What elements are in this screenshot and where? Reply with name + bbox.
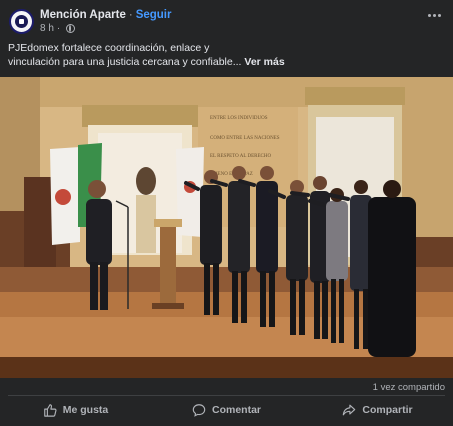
timestamp[interactable]: 8 h [40, 23, 54, 34]
action-bar: Me gusta Comentar Compartir [0, 396, 453, 424]
wall-text-2: COMO ENTRE LAS NACIONES [210, 136, 280, 141]
comment-label: Comentar [211, 404, 261, 416]
share-button[interactable]: Compartir [302, 396, 453, 424]
follow-button[interactable]: Seguir [136, 9, 172, 21]
post-caption: PJEdomex fortalece coordinación, enlace … [8, 41, 448, 69]
share-count[interactable]: 1 vez compartido [373, 382, 445, 393]
post-header: Mención Aparte · Seguir 8 h · [0, 0, 453, 40]
like-label: Me gusta [62, 404, 109, 416]
like-button[interactable]: Me gusta [0, 396, 151, 424]
comment-button[interactable]: Comentar [151, 396, 302, 424]
facebook-post: Mención Aparte · Seguir 8 h · PJEdomex fort… [0, 0, 453, 426]
post-photo[interactable]: ENTRE LOS INDIVIDUOS COMO ENTRE LAS NACI… [0, 77, 453, 378]
post-meta: 8 h · [40, 23, 76, 34]
comment-icon [192, 404, 206, 417]
share-icon [343, 404, 356, 416]
wall-text-3: EL RESPETO AL DERECHO [210, 154, 271, 159]
share-label: Compartir [362, 404, 413, 416]
thumbs-up-icon [43, 404, 57, 417]
see-more-link[interactable]: Ver más [244, 56, 284, 68]
page-name-link[interactable]: Mención Aparte [40, 9, 126, 21]
separator-dot: · [128, 9, 133, 21]
caption-line-2: vinculación para una justicia cercana y … [8, 56, 242, 68]
globe-icon [66, 24, 76, 33]
meta-separator: · [56, 23, 61, 34]
page-avatar[interactable] [9, 9, 34, 34]
caption-line-1: PJEdomex fortalece coordinación, enlace … [8, 42, 210, 54]
wall-text-1: ENTRE LOS INDIVIDUOS [210, 116, 268, 121]
more-options-icon[interactable] [428, 14, 441, 17]
name-line: Mención Aparte · Seguir [40, 9, 171, 21]
